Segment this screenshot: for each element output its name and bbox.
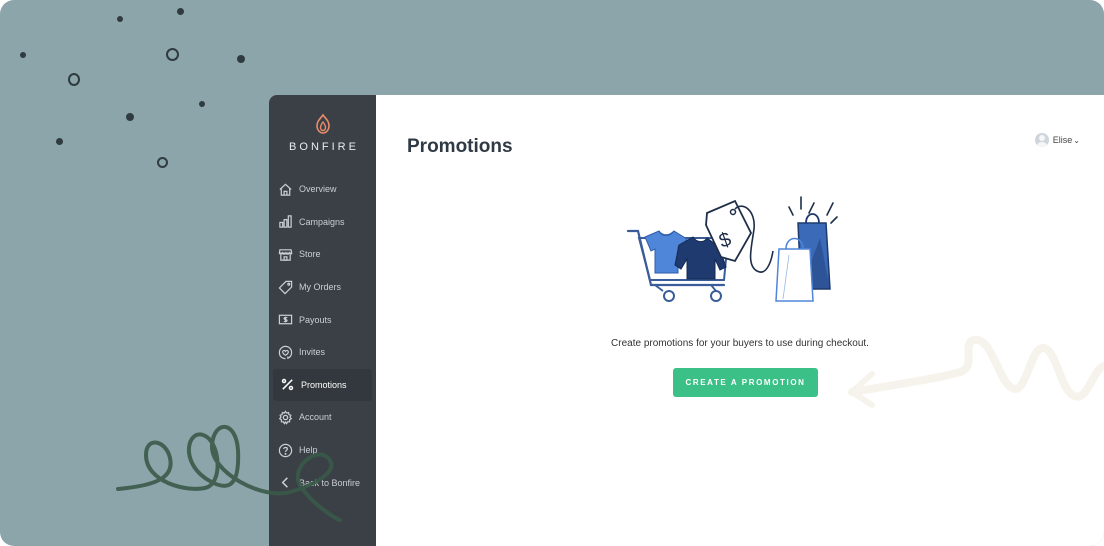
chevron-down-icon: ⌄ xyxy=(1073,135,1080,145)
decor-ring xyxy=(157,157,168,168)
decor-dot xyxy=(20,52,26,58)
brand[interactable]: BONFIRE xyxy=(269,113,376,153)
decor-dot xyxy=(177,8,184,15)
chevron-left-icon xyxy=(281,477,288,488)
sidebar-nav: Overview Campaigns Store My Orders Payou… xyxy=(269,173,376,499)
sidebar-item-label: Overview xyxy=(299,184,337,195)
sidebar-item-label: Back to Bonfire xyxy=(299,477,361,488)
sidebar-item-label: Help xyxy=(299,445,318,456)
bar-chart-icon xyxy=(279,215,292,229)
sidebar-item-label: Store xyxy=(299,249,321,260)
sidebar-item-label: Account xyxy=(299,412,332,423)
decor-dot xyxy=(56,138,63,145)
home-icon xyxy=(279,183,292,196)
screenshot-canvas: BONFIRE Overview Campaigns Store My Orde… xyxy=(0,0,1104,546)
shopping-cart-illustration: $ xyxy=(626,196,838,302)
sidebar: BONFIRE Overview Campaigns Store My Orde… xyxy=(269,95,376,546)
decor-ring xyxy=(68,73,80,86)
storefront-icon xyxy=(278,249,293,261)
sidebar-item-back-to-bonfire[interactable]: Back to Bonfire xyxy=(269,466,376,499)
sidebar-item-label: Invites xyxy=(299,347,326,358)
empty-state-text: Create promotions for your buyers to use… xyxy=(611,338,869,349)
user-avatar-icon xyxy=(1034,133,1049,147)
heart-invite-icon xyxy=(278,345,293,359)
sidebar-item-label: Promotions xyxy=(301,379,347,390)
page-title: Promotions xyxy=(407,136,513,157)
sidebar-item-overview[interactable]: Overview xyxy=(269,173,376,206)
brand-name: BONFIRE xyxy=(289,141,359,153)
sidebar-item-label: Campaigns xyxy=(299,216,345,227)
tag-icon xyxy=(278,280,293,295)
decor-dot xyxy=(126,113,134,121)
sidebar-item-label: My Orders xyxy=(299,282,342,293)
sidebar-item-invites[interactable]: Invites xyxy=(269,336,376,369)
user-name: Elise xyxy=(1052,135,1073,145)
decor-dot xyxy=(199,101,205,107)
flame-icon xyxy=(315,113,330,134)
sidebar-item-store[interactable]: Store xyxy=(269,238,376,271)
sidebar-item-account[interactable]: Account xyxy=(269,401,376,434)
create-promotion-button[interactable]: CREATE A PROMOTION xyxy=(673,368,818,397)
decor-dot xyxy=(117,16,123,22)
sidebar-item-my-orders[interactable]: My Orders xyxy=(269,271,376,304)
user-menu[interactable]: Elise ⌄ xyxy=(1034,133,1080,147)
decor-dot xyxy=(237,55,245,63)
sidebar-item-payouts[interactable]: Payouts xyxy=(269,303,376,336)
app-window: BONFIRE Overview Campaigns Store My Orde… xyxy=(269,95,1104,546)
main-content: Promotions Elise ⌄ $ Create promotions f… xyxy=(376,95,1104,546)
sidebar-item-campaigns[interactable]: Campaigns xyxy=(269,206,376,239)
percent-icon xyxy=(281,379,294,391)
decor-ring xyxy=(166,48,179,61)
help-icon xyxy=(278,443,293,457)
sidebar-item-promotions[interactable]: Promotions xyxy=(273,368,372,402)
sidebar-item-label: Payouts xyxy=(299,314,332,325)
gear-icon xyxy=(278,410,293,425)
payout-icon xyxy=(278,314,293,325)
sidebar-item-help[interactable]: Help xyxy=(269,434,376,467)
